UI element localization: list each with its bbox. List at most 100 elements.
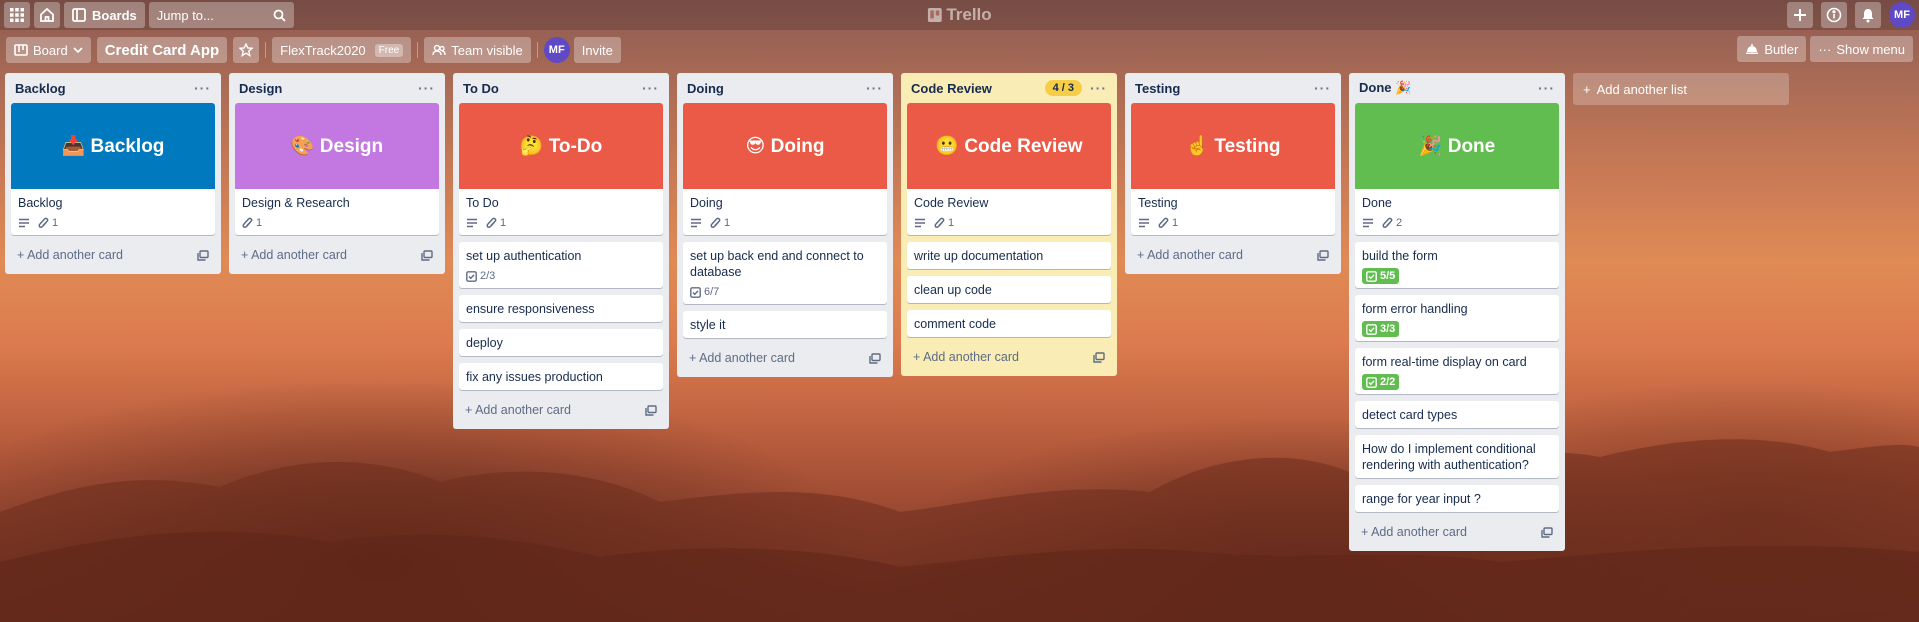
add-card-button[interactable]: + Add another card	[1137, 248, 1243, 262]
list-title[interactable]: Backlog	[15, 81, 66, 96]
card-template-icon[interactable]	[869, 352, 881, 364]
list-menu-icon[interactable]: ···	[1314, 80, 1331, 96]
card[interactable]: 😬 Code Review Code Review 1	[907, 103, 1111, 235]
card-badges: 1	[690, 216, 880, 230]
show-menu-label: Show menu	[1836, 41, 1905, 57]
card[interactable]: ☝️ Testing Testing 1	[1131, 103, 1335, 235]
add-card-button[interactable]: + Add another card	[465, 403, 571, 417]
info-button[interactable]	[1821, 2, 1847, 28]
list-title[interactable]: Design	[239, 81, 282, 96]
card[interactable]: detect card types	[1355, 401, 1559, 428]
card-badges: 2/3	[466, 269, 656, 283]
card[interactable]: How do I implement conditional rendering…	[1355, 435, 1559, 478]
card-title: Doing	[690, 196, 723, 210]
list-header[interactable]: Backlog ···	[11, 73, 215, 103]
card[interactable]: build the form 5/5	[1355, 242, 1559, 288]
list-header[interactable]: Design ···	[235, 73, 439, 103]
list-header[interactable]: Doing ···	[683, 73, 887, 103]
card[interactable]: set up back end and connect to database 6…	[683, 242, 887, 304]
card[interactable]: deploy	[459, 329, 663, 356]
invite-button[interactable]: Invite	[573, 37, 621, 63]
list-footer: + Add another card	[11, 242, 215, 268]
butler-button[interactable]: Butler	[1737, 36, 1807, 62]
attachment-badge: 2	[1382, 217, 1402, 229]
create-button[interactable]	[1787, 2, 1813, 28]
list-title[interactable]: Done 🎉	[1359, 80, 1411, 96]
card[interactable]: 🎨 Design Design & Research 1	[235, 103, 439, 235]
list-menu-icon[interactable]: ···	[1090, 80, 1107, 96]
jump-to-search[interactable]: Jump to...	[148, 2, 294, 28]
attachment-badge: 1	[710, 217, 730, 229]
list-menu-icon[interactable]: ···	[1538, 80, 1555, 96]
board-view-switcher[interactable]: Board	[6, 37, 91, 63]
workspace-button[interactable]: FlexTrack2020 Free	[272, 37, 412, 63]
notifications-button[interactable]	[1855, 2, 1881, 28]
card-template-icon[interactable]	[1093, 351, 1105, 363]
card[interactable]: form real-time display on card 2/2	[1355, 348, 1559, 394]
wip-limit-badge: 4 / 3	[1044, 80, 1082, 96]
list-header[interactable]: Done 🎉 ···	[1355, 73, 1559, 103]
add-card-button[interactable]: + Add another card	[689, 351, 795, 365]
attachment-icon	[38, 217, 49, 228]
add-card-button[interactable]: + Add another card	[1361, 525, 1467, 539]
card[interactable]: ensure responsiveness	[459, 295, 663, 322]
card[interactable]: fix any issues production	[459, 363, 663, 390]
search-placeholder: Jump to...	[156, 7, 214, 23]
add-card-button[interactable]: + Add another card	[913, 350, 1019, 364]
board-view-label: Board	[33, 42, 68, 58]
show-menu-button[interactable]: ··· Show menu	[1810, 36, 1913, 62]
card-title: fix any issues production	[466, 370, 603, 384]
card-cover: ☝️ Testing	[1131, 103, 1335, 189]
member-avatar[interactable]: MF	[543, 37, 570, 63]
list-header[interactable]: Code Review 4 / 3 ···	[907, 73, 1111, 103]
card[interactable]: 🎉 Done Done 2	[1355, 103, 1559, 235]
card-badges: 1	[1138, 216, 1328, 230]
list-menu-icon[interactable]: ···	[866, 80, 883, 96]
attachment-count: 1	[256, 217, 263, 229]
card[interactable]: form error handling 3/3	[1355, 295, 1559, 341]
board-title-button[interactable]: Credit Card App	[96, 37, 228, 63]
card[interactable]: write up documentation	[907, 242, 1111, 269]
list-header[interactable]: To Do ···	[459, 73, 663, 103]
list-title[interactable]: To Do	[463, 81, 499, 96]
card-template-icon[interactable]	[1317, 249, 1329, 261]
card-title: build the form	[1362, 249, 1438, 263]
card[interactable]: style it	[683, 311, 887, 338]
user-avatar[interactable]: MF	[1889, 2, 1915, 28]
card-cover: 😎 Doing	[683, 103, 887, 189]
butler-icon	[1746, 44, 1759, 54]
home-button[interactable]	[34, 2, 60, 28]
trello-logo[interactable]: Trello	[927, 5, 992, 25]
card-template-icon[interactable]	[197, 249, 209, 261]
star-button[interactable]	[233, 37, 260, 63]
add-list-button[interactable]: + Add another list	[1573, 73, 1789, 105]
card[interactable]: range for year input ?	[1355, 485, 1559, 512]
card-template-icon[interactable]	[1541, 526, 1553, 538]
card-cover-text: 📥 Backlog	[61, 136, 165, 157]
card[interactable]: 😎 Doing Doing 1	[683, 103, 887, 235]
card-template-icon[interactable]	[421, 249, 433, 261]
list-menu-icon[interactable]: ···	[418, 80, 435, 96]
card[interactable]: set up authentication 2/3	[459, 242, 663, 288]
list-title[interactable]: Testing	[1135, 81, 1180, 96]
card-title: set up authentication	[466, 249, 582, 263]
card-template-icon[interactable]	[645, 404, 657, 416]
card[interactable]: 📥 Backlog Backlog 1	[11, 103, 215, 235]
checklist-badge: 2/3	[466, 270, 495, 282]
list-header[interactable]: Testing ···	[1131, 73, 1335, 103]
list-menu-icon[interactable]: ···	[642, 80, 659, 96]
apps-grid-icon[interactable]	[4, 2, 30, 28]
list-title[interactable]: Code Review	[911, 81, 992, 96]
card[interactable]: comment code	[907, 310, 1111, 337]
add-card-label: Add another card	[699, 351, 795, 365]
card[interactable]: clean up code	[907, 276, 1111, 303]
list-title[interactable]: Doing	[687, 81, 724, 96]
boards-button[interactable]: Boards	[64, 2, 145, 28]
add-card-button[interactable]: + Add another card	[17, 248, 123, 262]
card-cover-text: ☝️ Testing	[1185, 136, 1281, 157]
card[interactable]: 🤔 To-Do To Do 1	[459, 103, 663, 235]
list-menu-icon[interactable]: ···	[194, 80, 211, 96]
add-card-button[interactable]: + Add another card	[241, 248, 347, 262]
checklist-icon	[1366, 376, 1377, 388]
visibility-button[interactable]: Team visible	[424, 37, 531, 63]
